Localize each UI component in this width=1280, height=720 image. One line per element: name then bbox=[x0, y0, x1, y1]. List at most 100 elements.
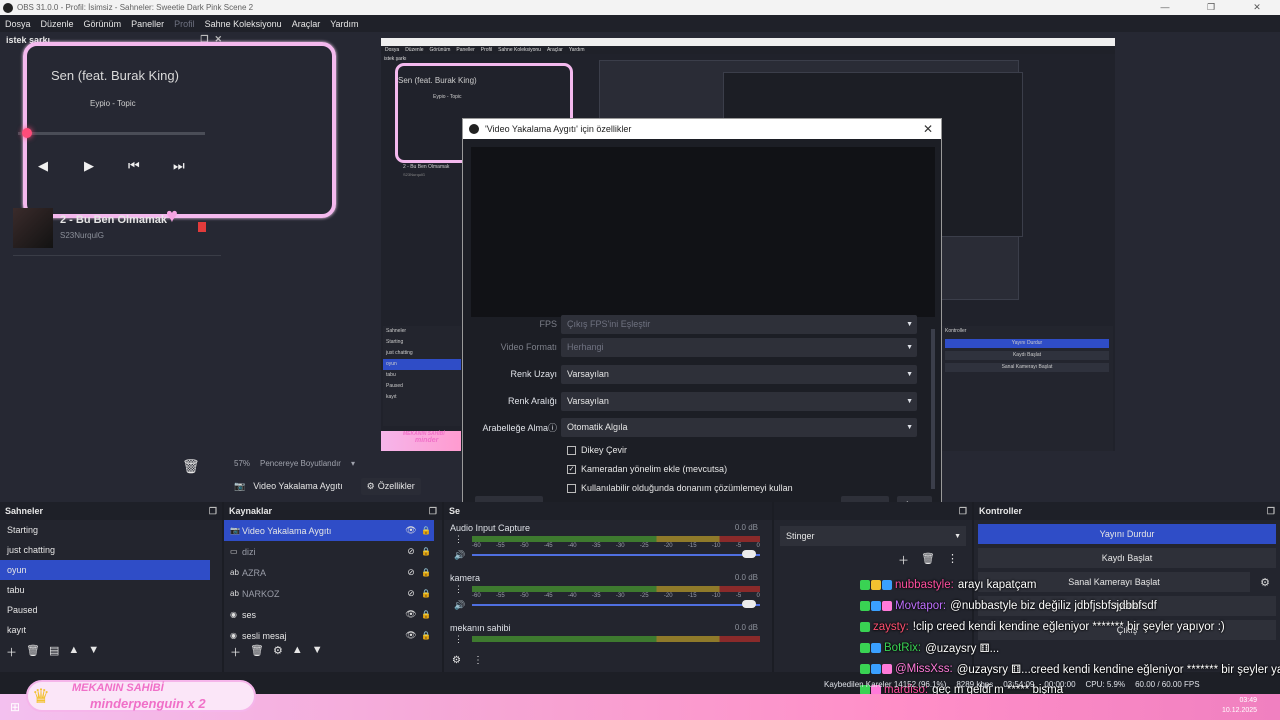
player-rewind-icon[interactable]: ◀ bbox=[38, 158, 48, 174]
checkbox-box[interactable] bbox=[567, 483, 576, 493]
more-vertical-icon[interactable]: ⋮ bbox=[473, 655, 483, 666]
dock-float-icon[interactable]: ❐ bbox=[429, 506, 437, 517]
menu-help[interactable]: Yardım bbox=[325, 19, 363, 29]
start-recording-button[interactable]: Kaydı Başlat bbox=[978, 548, 1276, 568]
add-icon[interactable]: ＋ bbox=[6, 644, 17, 660]
buffering-select[interactable]: Otomatik Algıla ▼ bbox=[561, 417, 917, 437]
dock-float-icon[interactable]: ❐ bbox=[209, 506, 217, 517]
nested-scene-item: Paused bbox=[386, 383, 403, 389]
trash-icon[interactable]: 🗑 bbox=[182, 458, 200, 475]
help-icon[interactable]: ⓘ bbox=[548, 423, 557, 433]
scene-item[interactable]: oyun bbox=[0, 560, 210, 580]
gear-icon[interactable]: ⚙ bbox=[273, 644, 283, 660]
volume-slider-knob[interactable] bbox=[742, 550, 756, 558]
nested-scenes: Sahneler Starting just chatting oyun tab… bbox=[383, 326, 461, 426]
video-format-select[interactable]: Herhangi ▼ bbox=[561, 337, 917, 357]
add-icon[interactable]: ＋ bbox=[898, 552, 909, 568]
scene-item[interactable]: tabu bbox=[0, 580, 210, 600]
source-item[interactable]: ◉ ses 👁 🔒 bbox=[224, 604, 434, 625]
more-vertical-icon[interactable]: ⋮ bbox=[454, 634, 463, 645]
player-progress-bar[interactable] bbox=[18, 132, 205, 135]
properties-label: Özellikler bbox=[377, 481, 415, 491]
dialog-close-icon[interactable]: ✕ bbox=[915, 122, 941, 136]
color-range-value: Varsayılan bbox=[567, 396, 609, 406]
trash-icon[interactable]: 🗑 bbox=[250, 644, 264, 660]
scene-item[interactable]: just chatting bbox=[0, 540, 210, 560]
move-up-icon[interactable]: ▲ bbox=[68, 644, 79, 660]
lock-icon[interactable]: 🔒 bbox=[418, 526, 434, 535]
lock-icon[interactable]: 🔒 bbox=[418, 547, 434, 556]
scene-item[interactable]: Starting bbox=[0, 520, 210, 540]
source-item[interactable]: ab AZRA ⊘ 🔒 bbox=[224, 562, 434, 583]
more-vertical-icon[interactable]: ⋮ bbox=[454, 534, 463, 545]
menu-profile[interactable]: Profil bbox=[169, 19, 200, 29]
add-icon[interactable]: ＋ bbox=[230, 644, 241, 660]
windows-start-icon[interactable]: ⊞ bbox=[10, 700, 20, 714]
dock-float-icon[interactable]: ❐ bbox=[959, 506, 967, 517]
close-button[interactable]: ✕ bbox=[1234, 2, 1280, 13]
more-vertical-icon[interactable]: ⋮ bbox=[947, 552, 958, 568]
zoom-dropdown-icon[interactable]: ▾ bbox=[351, 459, 355, 468]
source-item[interactable]: ab NARKOZ ⊘ 🔒 bbox=[224, 583, 434, 604]
player-next-icon[interactable]: ⏭ bbox=[173, 158, 185, 174]
eye-hidden-icon[interactable]: ⊘ bbox=[404, 567, 418, 578]
move-down-icon[interactable]: ▼ bbox=[312, 644, 323, 660]
camera-orientation-checkbox[interactable]: ✓ Kameradan yönelim ekle (mevcutsa) bbox=[567, 462, 727, 476]
player-play-icon[interactable]: ▶ bbox=[84, 158, 94, 174]
speaker-icon[interactable]: 🔊 bbox=[454, 550, 465, 561]
source-item[interactable]: 📷 Video Yakalama Aygıtı 👁 🔒 bbox=[224, 520, 434, 541]
menu-docks[interactable]: Paneller bbox=[126, 19, 169, 29]
eye-icon[interactable]: 👁 bbox=[404, 609, 418, 620]
move-up-icon[interactable]: ▲ bbox=[292, 644, 303, 660]
eye-hidden-icon[interactable]: ⊘ bbox=[404, 588, 418, 599]
minimize-button[interactable]: — bbox=[1142, 2, 1188, 13]
color-space-select[interactable]: Varsayılan ▼ bbox=[561, 364, 917, 384]
menu-file[interactable]: Dosya bbox=[0, 19, 36, 29]
dock-float-icon[interactable]: ❐ bbox=[1267, 506, 1275, 517]
more-vertical-icon[interactable]: ⋮ bbox=[454, 584, 463, 595]
flip-vertical-checkbox[interactable]: Dikey Çevir bbox=[567, 443, 627, 457]
chevron-down-icon: ▼ bbox=[906, 320, 913, 328]
checkbox-checked-icon[interactable]: ✓ bbox=[567, 464, 576, 474]
lock-icon[interactable]: 🔒 bbox=[418, 631, 434, 640]
menu-scene-collection[interactable]: Sahne Koleksiyonu bbox=[200, 19, 287, 29]
color-range-select[interactable]: Varsayılan ▼ bbox=[561, 391, 917, 411]
scene-item[interactable]: kayıt bbox=[0, 620, 210, 640]
dialog-scrollbar[interactable] bbox=[931, 329, 935, 489]
menu-edit[interactable]: Düzenle bbox=[36, 19, 79, 29]
filter-icon[interactable]: ▤ bbox=[49, 644, 59, 660]
lock-icon[interactable]: 🔒 bbox=[418, 589, 434, 598]
hardware-decoding-checkbox[interactable]: Kullanılabilir olduğunda donanım çözümle… bbox=[567, 481, 793, 495]
player-prev-icon[interactable]: ⏮ bbox=[128, 158, 140, 174]
eye-hidden-icon[interactable]: ⊘ bbox=[404, 546, 418, 557]
trash-icon[interactable]: 🗑 bbox=[921, 552, 935, 568]
trash-icon[interactable]: 🗑 bbox=[26, 644, 40, 660]
scene-item[interactable]: Paused bbox=[0, 600, 210, 620]
menu-view[interactable]: Görünüm bbox=[79, 19, 127, 29]
fps-select[interactable]: Çıkış FPS'ini Eşleştir ▼ bbox=[561, 314, 917, 334]
queue-item-title: 2 - Bu Ben Olmamak bbox=[60, 214, 167, 226]
mixer-toolbar: ⚙ ⋮ bbox=[452, 655, 483, 666]
queue-delete-icon[interactable] bbox=[198, 222, 206, 232]
volume-slider[interactable] bbox=[472, 554, 760, 556]
speaker-icon[interactable]: 🔊 bbox=[454, 600, 465, 611]
source-toolbar-name: Video Yakalama Aygıtı bbox=[253, 481, 343, 491]
eye-icon[interactable]: 👁 bbox=[404, 525, 418, 536]
volume-slider-knob[interactable] bbox=[742, 600, 756, 608]
lock-icon[interactable]: 🔒 bbox=[418, 568, 434, 577]
eye-icon[interactable]: 👁 bbox=[404, 630, 418, 641]
properties-button[interactable]: ⚙ Özellikler bbox=[360, 477, 421, 495]
menu-tools[interactable]: Araçlar bbox=[287, 19, 326, 29]
lock-icon[interactable]: 🔒 bbox=[418, 610, 434, 619]
source-item[interactable]: ▭ dizi ⊘ 🔒 bbox=[224, 541, 434, 562]
source-item[interactable]: ◉ sesli mesaj 👁 🔒 bbox=[224, 625, 434, 646]
volume-slider[interactable] bbox=[472, 604, 760, 606]
video-format-value: Herhangi bbox=[567, 342, 604, 352]
gear-icon[interactable]: ⚙ bbox=[452, 655, 461, 666]
move-down-icon[interactable]: ▼ bbox=[88, 644, 99, 660]
maximize-button[interactable]: ❐ bbox=[1188, 2, 1234, 13]
transition-select[interactable]: Stinger ▼ bbox=[780, 526, 966, 546]
checkbox-box[interactable] bbox=[567, 445, 576, 455]
stop-streaming-button[interactable]: Yayını Durdur bbox=[978, 524, 1276, 544]
fit-to-window[interactable]: Pencereye Boyutlandır bbox=[260, 459, 341, 468]
